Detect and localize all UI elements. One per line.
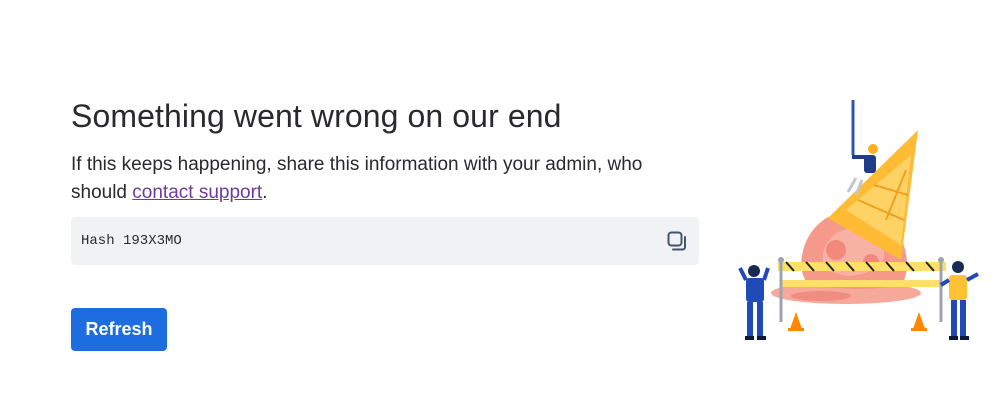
contact-support-link[interactable]: contact support	[132, 182, 262, 203]
error-title: Something went wrong on our end	[71, 98, 562, 134]
error-content: Something went wrong on our end If this …	[71, 94, 699, 351]
error-description: If this keeps happening, share this info…	[71, 151, 699, 207]
error-page: Something went wrong on our end If this …	[0, 0, 999, 404]
copy-icon[interactable]	[665, 229, 689, 253]
hash-code: Hash 193X3MO	[81, 233, 182, 249]
hash-box: Hash 193X3MO	[71, 217, 699, 265]
description-end: .	[262, 182, 268, 203]
refresh-button[interactable]: Refresh	[71, 308, 167, 351]
melted-ice-cream-illustration	[738, 100, 979, 340]
